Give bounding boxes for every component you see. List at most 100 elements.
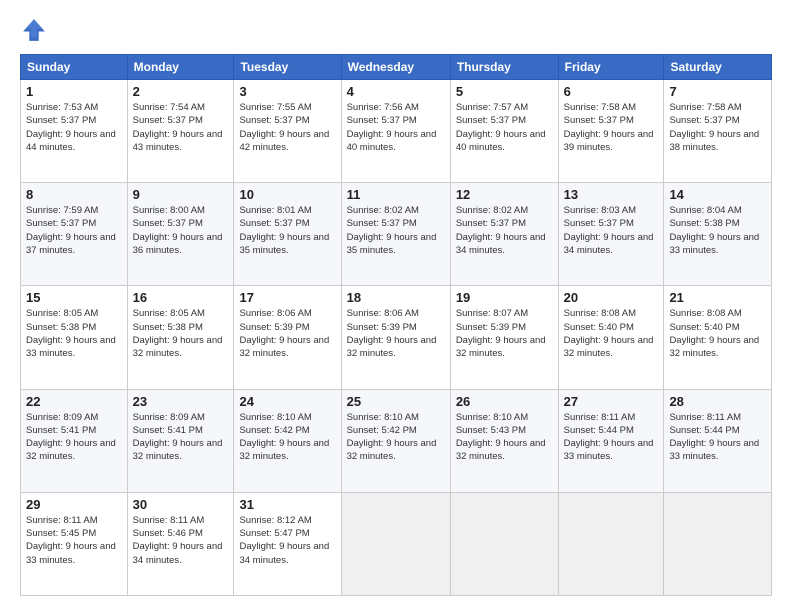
day-number: 16 <box>133 290 229 305</box>
day-info: Sunrise: 8:00 AM Sunset: 5:37 PM Dayligh… <box>133 204 229 257</box>
day-info: Sunrise: 8:09 AM Sunset: 5:41 PM Dayligh… <box>133 411 229 464</box>
calendar-cell: 12 Sunrise: 8:02 AM Sunset: 5:37 PM Dayli… <box>450 183 558 286</box>
calendar-cell: 16 Sunrise: 8:05 AM Sunset: 5:38 PM Dayli… <box>127 286 234 389</box>
day-info: Sunrise: 8:08 AM Sunset: 5:40 PM Dayligh… <box>564 307 659 360</box>
day-number: 1 <box>26 84 122 99</box>
day-number: 24 <box>239 394 335 409</box>
calendar-cell <box>664 492 772 595</box>
calendar-cell: 17Sunrise: 8:06 AM Sunset: 5:39 PM Dayli… <box>234 286 341 389</box>
day-info: Sunrise: 7:59 AM Sunset: 5:37 PM Dayligh… <box>26 204 122 257</box>
day-info: Sunrise: 8:06 AM Sunset: 5:39 PM Dayligh… <box>347 307 445 360</box>
calendar-cell: 29 Sunrise: 8:11 AM Sunset: 5:45 PM Dayli… <box>21 492 128 595</box>
day-info: Sunrise: 8:11 AM Sunset: 5:46 PM Dayligh… <box>133 514 229 567</box>
day-info: Sunrise: 7:56 AM Sunset: 5:37 PM Dayligh… <box>347 101 445 154</box>
day-number: 3 <box>239 84 335 99</box>
day-number: 29 <box>26 497 122 512</box>
day-info: Sunrise: 8:01 AM Sunset: 5:37 PM Dayligh… <box>239 204 335 257</box>
calendar-body: 1 Sunrise: 7:53 AM Sunset: 5:37 PM Daylig… <box>21 80 772 596</box>
calendar-cell: 18 Sunrise: 8:06 AM Sunset: 5:39 PM Dayli… <box>341 286 450 389</box>
calendar-cell <box>341 492 450 595</box>
page: SundayMondayTuesdayWednesdayThursdayFrid… <box>0 0 792 612</box>
calendar-cell <box>450 492 558 595</box>
day-number: 25 <box>347 394 445 409</box>
day-info: Sunrise: 8:11 AM Sunset: 5:45 PM Dayligh… <box>26 514 122 567</box>
day-number: 8 <box>26 187 122 202</box>
day-number: 2 <box>133 84 229 99</box>
day-info: Sunrise: 8:12 AM Sunset: 5:47 PM Dayligh… <box>239 514 335 567</box>
calendar-cell: 3 Sunrise: 7:55 AM Sunset: 5:37 PM Daylig… <box>234 80 341 183</box>
day-info: Sunrise: 8:05 AM Sunset: 5:38 PM Dayligh… <box>133 307 229 360</box>
day-info: Sunrise: 8:03 AM Sunset: 5:37 PM Dayligh… <box>564 204 659 257</box>
day-number: 27 <box>564 394 659 409</box>
day-info: Sunrise: 8:08 AM Sunset: 5:40 PM Dayligh… <box>669 307 766 360</box>
week-row-1: 1 Sunrise: 7:53 AM Sunset: 5:37 PM Daylig… <box>21 80 772 183</box>
calendar-cell: 11 Sunrise: 8:02 AM Sunset: 5:37 PM Dayli… <box>341 183 450 286</box>
day-number: 26 <box>456 394 553 409</box>
day-info: Sunrise: 8:11 AM Sunset: 5:44 PM Dayligh… <box>669 411 766 464</box>
day-header-tuesday: Tuesday <box>234 55 341 80</box>
day-number: 10 <box>239 187 335 202</box>
day-number: 9 <box>133 187 229 202</box>
calendar-cell: 9 Sunrise: 8:00 AM Sunset: 5:37 PM Daylig… <box>127 183 234 286</box>
calendar-cell: 19Sunrise: 8:07 AM Sunset: 5:39 PM Dayli… <box>450 286 558 389</box>
day-info: Sunrise: 7:58 AM Sunset: 5:37 PM Dayligh… <box>669 101 766 154</box>
day-info: Sunrise: 8:04 AM Sunset: 5:38 PM Dayligh… <box>669 204 766 257</box>
day-number: 5 <box>456 84 553 99</box>
day-header-thursday: Thursday <box>450 55 558 80</box>
day-info: Sunrise: 7:55 AM Sunset: 5:37 PM Dayligh… <box>239 101 335 154</box>
day-info: Sunrise: 8:10 AM Sunset: 5:42 PM Dayligh… <box>347 411 445 464</box>
day-info: Sunrise: 7:57 AM Sunset: 5:37 PM Dayligh… <box>456 101 553 154</box>
day-info: Sunrise: 8:11 AM Sunset: 5:44 PM Dayligh… <box>564 411 659 464</box>
calendar-cell: 4 Sunrise: 7:56 AM Sunset: 5:37 PM Daylig… <box>341 80 450 183</box>
calendar-cell: 1 Sunrise: 7:53 AM Sunset: 5:37 PM Daylig… <box>21 80 128 183</box>
day-header-saturday: Saturday <box>664 55 772 80</box>
day-number: 21 <box>669 290 766 305</box>
calendar-cell: 6Sunrise: 7:58 AM Sunset: 5:37 PM Daylig… <box>558 80 664 183</box>
calendar-cell: 31 Sunrise: 8:12 AM Sunset: 5:47 PM Dayli… <box>234 492 341 595</box>
calendar-cell: 14 Sunrise: 8:04 AM Sunset: 5:38 PM Dayli… <box>664 183 772 286</box>
day-number: 6 <box>564 84 659 99</box>
day-number: 4 <box>347 84 445 99</box>
calendar-cell: 2Sunrise: 7:54 AM Sunset: 5:37 PM Daylig… <box>127 80 234 183</box>
day-number: 20 <box>564 290 659 305</box>
day-number: 18 <box>347 290 445 305</box>
calendar-cell: 8 Sunrise: 7:59 AM Sunset: 5:37 PM Daylig… <box>21 183 128 286</box>
calendar-cell: 7 Sunrise: 7:58 AM Sunset: 5:37 PM Daylig… <box>664 80 772 183</box>
day-number: 22 <box>26 394 122 409</box>
day-info: Sunrise: 8:10 AM Sunset: 5:42 PM Dayligh… <box>239 411 335 464</box>
header <box>20 16 772 44</box>
week-row-5: 29 Sunrise: 8:11 AM Sunset: 5:45 PM Dayli… <box>21 492 772 595</box>
calendar-cell: 22Sunrise: 8:09 AM Sunset: 5:41 PM Dayli… <box>21 389 128 492</box>
week-row-4: 22 Sunrise: 8:09 AM Sunset: 5:41 PM Dayli… <box>21 389 772 492</box>
calendar-cell: 5 Sunrise: 7:57 AM Sunset: 5:37 PM Daylig… <box>450 80 558 183</box>
day-info: Sunrise: 8:10 AM Sunset: 5:43 PM Dayligh… <box>456 411 553 464</box>
calendar-cell <box>558 492 664 595</box>
day-number: 31 <box>239 497 335 512</box>
day-info: Sunrise: 8:06 AM Sunset: 5:39 PM Dayligh… <box>239 307 335 360</box>
day-header-sunday: Sunday <box>21 55 128 80</box>
week-row-2: 8 Sunrise: 7:59 AM Sunset: 5:37 PM Daylig… <box>21 183 772 286</box>
day-number: 23 <box>133 394 229 409</box>
day-info: Sunrise: 7:53 AM Sunset: 5:37 PM Dayligh… <box>26 101 122 154</box>
calendar-cell: 30 Sunrise: 8:11 AM Sunset: 5:46 PM Dayli… <box>127 492 234 595</box>
week-row-3: 15 Sunrise: 8:05 AM Sunset: 5:38 PM Dayli… <box>21 286 772 389</box>
calendar-header: SundayMondayTuesdayWednesdayThursdayFrid… <box>21 55 772 80</box>
day-number: 7 <box>669 84 766 99</box>
calendar-cell: 25 Sunrise: 8:10 AM Sunset: 5:42 PM Dayli… <box>341 389 450 492</box>
calendar-cell: 23 Sunrise: 8:09 AM Sunset: 5:41 PM Dayli… <box>127 389 234 492</box>
day-number: 15 <box>26 290 122 305</box>
day-number: 30 <box>133 497 229 512</box>
calendar-cell: 28 Sunrise: 8:11 AM Sunset: 5:44 PM Dayli… <box>664 389 772 492</box>
day-header-wednesday: Wednesday <box>341 55 450 80</box>
day-number: 28 <box>669 394 766 409</box>
calendar-cell: 21 Sunrise: 8:08 AM Sunset: 5:40 PM Dayli… <box>664 286 772 389</box>
day-info: Sunrise: 8:02 AM Sunset: 5:37 PM Dayligh… <box>347 204 445 257</box>
calendar-cell: 26 Sunrise: 8:10 AM Sunset: 5:43 PM Dayli… <box>450 389 558 492</box>
day-number: 19 <box>456 290 553 305</box>
calendar-cell: 24 Sunrise: 8:10 AM Sunset: 5:42 PM Dayli… <box>234 389 341 492</box>
day-info: Sunrise: 8:02 AM Sunset: 5:37 PM Dayligh… <box>456 204 553 257</box>
day-number: 12 <box>456 187 553 202</box>
day-number: 14 <box>669 187 766 202</box>
calendar-cell: 10 Sunrise: 8:01 AM Sunset: 5:37 PM Dayli… <box>234 183 341 286</box>
day-number: 11 <box>347 187 445 202</box>
